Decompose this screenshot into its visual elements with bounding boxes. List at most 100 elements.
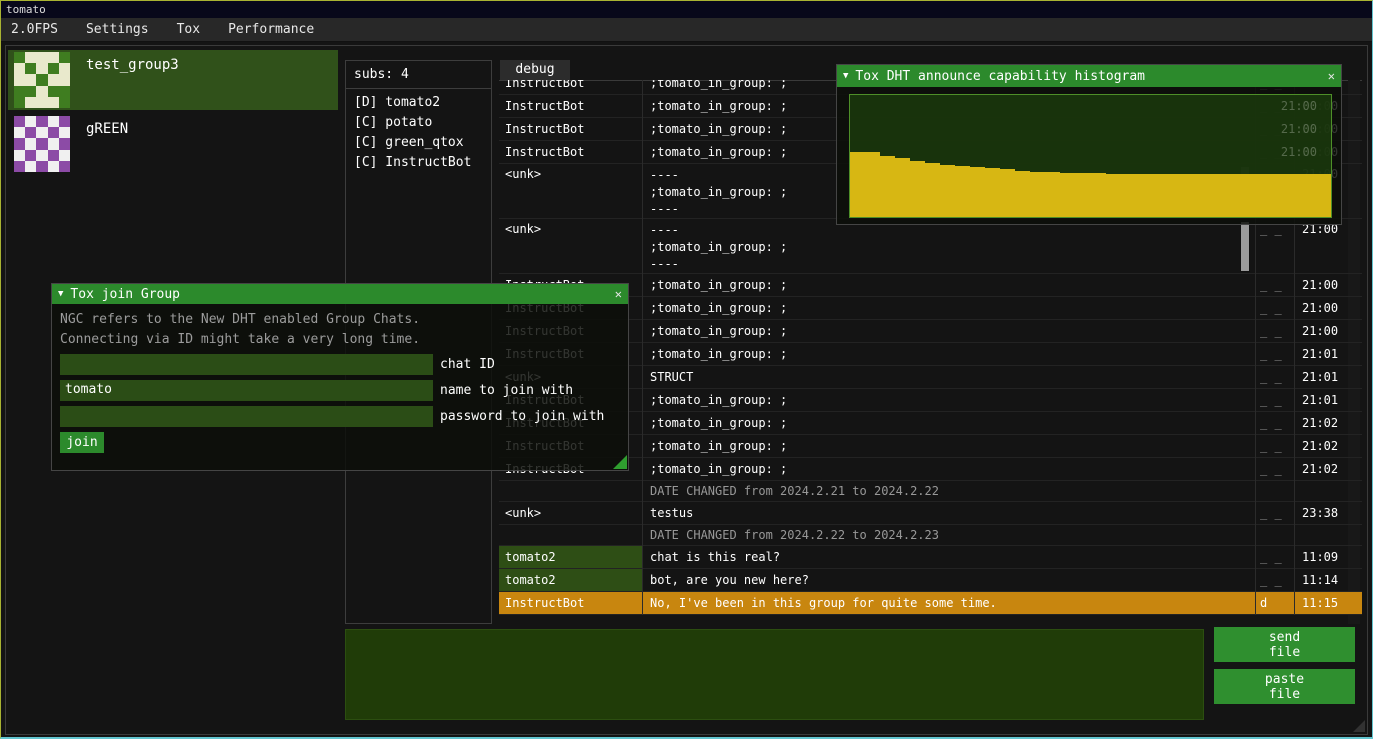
avatar-pixel <box>36 161 47 172</box>
resize-grip[interactable] <box>613 455 627 469</box>
group-list-item[interactable]: test_group3 <box>8 50 338 110</box>
avatar-pixel <box>25 86 36 97</box>
collapse-arrow-icon[interactable]: ▼ <box>58 289 63 299</box>
message-sender: <unk> <box>499 164 642 181</box>
message-flags: _ _ <box>1255 347 1294 361</box>
close-icon[interactable]: ✕ <box>615 287 622 301</box>
message-text: No, I've been in this group for quite so… <box>642 595 1255 612</box>
paste-file-button[interactable]: paste file <box>1214 669 1355 704</box>
member-item[interactable]: [C] potato <box>346 113 491 133</box>
member-item[interactable]: [C] green_qtox <box>346 133 491 153</box>
message-flags: _ _ <box>1255 370 1294 384</box>
avatar-pixel <box>48 52 59 63</box>
avatar-pixel <box>25 150 36 161</box>
collapse-arrow-icon[interactable]: ▼ <box>843 71 848 81</box>
dht-histogram-titlebar[interactable]: ▼ Tox DHT announce capability histogram … <box>837 65 1341 87</box>
message-timestamp: 21:02 <box>1294 416 1362 430</box>
avatar-pixel <box>59 127 70 138</box>
message-sender: <unk> <box>499 506 642 520</box>
tab-debug[interactable]: debug <box>500 60 570 80</box>
member-item[interactable]: [D] tomato2 <box>346 93 491 113</box>
join-field-row: chat ID <box>60 354 604 375</box>
join-field-row: password to join with <box>60 406 604 427</box>
avatar-pixel <box>14 52 25 63</box>
histogram-bar <box>1196 174 1211 217</box>
message-timestamp: 21:01 <box>1294 393 1362 407</box>
avatar-pixel <box>36 63 47 74</box>
message-text: ;tomato_in_group: ; <box>642 392 1255 409</box>
chat-row[interactable]: tomato2 chat is this real? _ _ 11:09 <box>499 546 1362 569</box>
menu-item[interactable]: Settings <box>86 22 149 37</box>
avatar-pixel <box>36 116 47 127</box>
avatar-pixel <box>36 86 47 97</box>
histogram-bar <box>1181 174 1196 217</box>
message-scrollbar[interactable] <box>1240 221 1250 272</box>
message-text: DATE CHANGED from 2024.2.22 to 2024.2.23 <box>642 527 1255 544</box>
histogram-bar <box>1271 174 1286 217</box>
message-flags: _ _ <box>1255 416 1294 430</box>
message-input[interactable] <box>345 629 1204 720</box>
histogram-bar <box>1121 174 1136 217</box>
member-item[interactable]: [C] InstructBot <box>346 153 491 173</box>
avatar-pixel <box>48 150 59 161</box>
join-field-row: tomato name to join with <box>60 380 604 401</box>
message-timestamp: 23:38 <box>1294 506 1362 520</box>
avatar-pixel <box>48 86 59 97</box>
menu-item[interactable]: Tox <box>177 22 200 37</box>
message-text: ;tomato_in_group: ; <box>642 346 1255 363</box>
join-group-titlebar[interactable]: ▼ Tox join Group ✕ <box>52 284 628 304</box>
chat-row[interactable]: DATE CHANGED from 2024.2.22 to 2024.2.23 <box>499 525 1362 546</box>
message-flags: _ _ <box>1255 324 1294 338</box>
histogram-bar <box>880 156 895 217</box>
histogram-bar <box>1256 174 1271 217</box>
members-list: [D] tomato2[C] potato[C] green_qtox[C] I… <box>346 89 491 173</box>
chat-row[interactable]: <unk> testus _ _ 23:38 <box>499 502 1362 525</box>
histogram-bar <box>1015 171 1030 217</box>
histogram-bar <box>1301 174 1316 217</box>
avatar-pixel <box>25 63 36 74</box>
avatar-pixel <box>36 150 47 161</box>
avatar-pixel <box>25 127 36 138</box>
menu-items: Settings Tox Performance <box>86 22 342 37</box>
join-field-input[interactable] <box>60 406 433 427</box>
join-field-input[interactable] <box>60 354 433 375</box>
join-field-input[interactable]: tomato <box>60 380 433 401</box>
message-text: ;tomato_in_group: ; <box>642 438 1255 455</box>
histogram-bar <box>1211 174 1226 217</box>
message-sender: tomato2 <box>499 546 642 568</box>
histogram-bar <box>1226 174 1241 217</box>
message-flags: _ _ <box>1255 278 1294 292</box>
avatar-pixel <box>48 116 59 127</box>
chat-row[interactable]: DATE CHANGED from 2024.2.21 to 2024.2.22 <box>499 481 1362 502</box>
group-list-item[interactable]: gREEN <box>8 114 338 174</box>
histogram-bar <box>865 152 880 217</box>
chat-row[interactable]: tomato2 bot, are you new here? _ _ 11:14 <box>499 569 1362 592</box>
menu-item[interactable]: Performance <box>228 22 314 37</box>
avatar-pixel <box>36 138 47 149</box>
histogram-bar <box>1241 174 1256 217</box>
os-titlebar: tomato <box>1 1 1372 18</box>
message-text: ;tomato_in_group: ; <box>642 300 1255 317</box>
scrollbar-grab[interactable] <box>1241 222 1249 271</box>
histogram-bar <box>940 165 955 217</box>
send-file-button[interactable]: send file <box>1214 627 1355 662</box>
histogram-bar <box>1151 174 1166 217</box>
message-flags: _ _ <box>1255 439 1294 453</box>
dht-histogram-window: ▼ Tox DHT announce capability histogram … <box>836 64 1342 225</box>
chat-row[interactable]: <unk> ---- ;tomato_in_group: ; ---- _ _ … <box>499 219 1362 274</box>
column-separator <box>642 80 643 615</box>
avatar-pixel <box>48 63 59 74</box>
avatar-pixel <box>14 97 25 108</box>
message-timestamp: 21:02 <box>1294 439 1362 453</box>
message-sender: InstructBot <box>499 145 642 159</box>
join-button[interactable]: join <box>60 432 104 453</box>
avatar-pixel <box>36 127 47 138</box>
histogram-bar <box>1045 172 1060 217</box>
join-group-fields: chat ID tomato name to join with passwor… <box>60 354 604 427</box>
chat-row[interactable]: InstructBot No, I've been in this group … <box>499 592 1362 615</box>
avatar-pixel <box>25 116 36 127</box>
close-icon[interactable]: ✕ <box>1328 69 1335 83</box>
histogram-bar <box>1000 169 1015 217</box>
resize-grip[interactable] <box>1353 720 1365 732</box>
avatar-pixel <box>36 74 47 85</box>
